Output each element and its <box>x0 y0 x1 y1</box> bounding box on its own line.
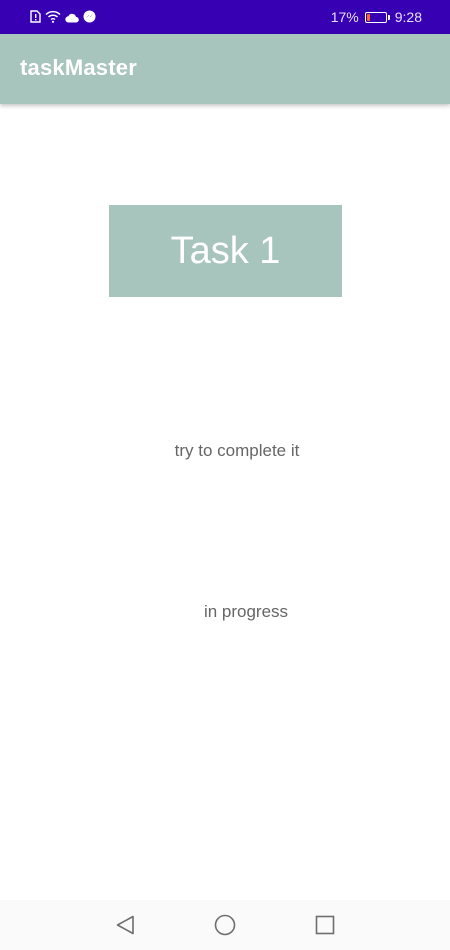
system-status: 17% 9:28 <box>331 8 422 26</box>
clock: 9:28 <box>394 9 422 25</box>
task-state: in progress <box>203 602 289 621</box>
task-title-card: Task 1 <box>109 205 342 297</box>
notification-icons <box>30 8 96 27</box>
task-title: Task 1 <box>170 229 281 272</box>
messenger-icon <box>83 8 96 27</box>
app-title: taskMaster <box>20 55 137 80</box>
status-bar: 17% 9:28 <box>0 0 450 34</box>
wifi-icon <box>45 8 61 27</box>
cloud-icon <box>65 8 79 27</box>
task-description: try to complete it <box>174 441 300 460</box>
home-icon[interactable] <box>213 913 237 937</box>
navigation-bar <box>0 900 450 950</box>
back-icon[interactable] <box>113 913 137 937</box>
sim-alert-icon <box>30 8 41 27</box>
battery-icon <box>364 11 390 23</box>
app-bar: taskMaster <box>0 34 450 104</box>
battery-level <box>366 13 370 21</box>
recents-icon[interactable] <box>313 913 337 937</box>
battery-percent: 17% <box>330 9 359 25</box>
